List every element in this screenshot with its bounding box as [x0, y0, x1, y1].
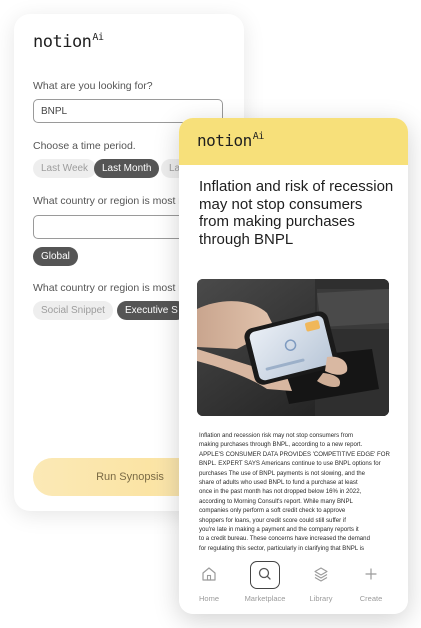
chip-last-month[interactable]: Last Month: [94, 159, 160, 178]
body-line: share of adults who used BNPL to fund a …: [199, 479, 358, 487]
chip-executive-summary[interactable]: Executive S: [117, 301, 186, 320]
nav-library[interactable]: Library: [296, 564, 346, 603]
body-line: shoppers for loans, your credit score co…: [199, 516, 346, 524]
article-card: notionAi Inflation and risk of recession…: [179, 118, 408, 614]
article-header: notionAi: [179, 118, 408, 165]
notion-ai-logo: notionAi: [197, 131, 264, 150]
body-line: purchases The use of BNPL payments is no…: [199, 469, 365, 477]
nav-marketplace[interactable]: Marketplace: [240, 561, 290, 603]
chip-social-snippet[interactable]: Social Snippet: [33, 301, 113, 320]
body-line: according to Morning Consult's report. W…: [199, 497, 353, 505]
chip-last-week[interactable]: Last Week: [33, 159, 97, 178]
body-line: to a credit bureau. These concerns have …: [199, 535, 370, 543]
body-line: once in the past month has not dropped b…: [199, 488, 362, 496]
active-tab-indicator: [250, 561, 280, 589]
question-label-region: What country or region is most r: [33, 195, 182, 207]
chip-global[interactable]: Global: [33, 247, 78, 266]
question-label-format: What country or region is most r: [33, 282, 182, 294]
logo-suffix: Ai: [252, 131, 265, 142]
nav-home-label: Home: [198, 594, 219, 603]
body-line: making purchases through BNPL, according…: [199, 441, 363, 449]
article-title: Inflation and risk of recession may not …: [199, 178, 394, 248]
nav-create-label: Create: [359, 594, 383, 603]
body-line: APPLE'S CONSUMER DATA PROVIDES 'COMPETIT…: [199, 450, 390, 458]
logo-text: notion: [197, 131, 252, 150]
home-icon: [202, 567, 216, 581]
logo-suffix: Ai: [92, 32, 104, 43]
plus-icon: [365, 568, 377, 580]
body-line: Inflation and recession risk may not sto…: [199, 432, 354, 439]
body-line: companies only perform a soft credit che…: [199, 507, 346, 515]
body-line: for regulating this sector, particularly…: [199, 544, 365, 552]
article-body: Inflation and recession risk may not sto…: [199, 431, 391, 553]
layers-icon: [314, 567, 328, 582]
nav-marketplace-label: Marketplace: [244, 594, 286, 603]
bottom-nav: Home Marketplace Library Create: [179, 556, 408, 614]
nav-library-label: Library: [309, 594, 333, 603]
article-image: [197, 279, 389, 416]
hand-holding-phone-illustration: [197, 279, 389, 416]
nav-home[interactable]: Home: [184, 564, 234, 603]
body-line: BNPL. EXPERT SAYS Americans continue to …: [199, 460, 381, 468]
body-line: you're late in making a payment and the …: [199, 526, 359, 534]
question-label-topic: What are you looking for?: [33, 80, 153, 92]
question-label-time-period: Choose a time period.: [33, 140, 136, 152]
notion-ai-logo: notionAi: [33, 32, 104, 52]
logo-text: notion: [33, 32, 92, 52]
nav-create[interactable]: Create: [346, 564, 396, 603]
